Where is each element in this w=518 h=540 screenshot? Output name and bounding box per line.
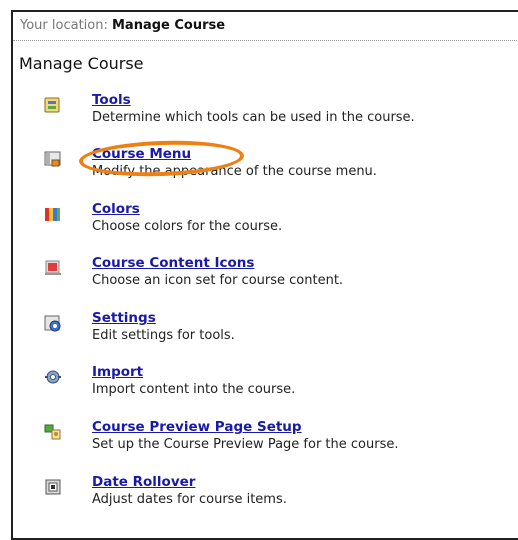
settings-description: Edit settings for tools. (92, 328, 235, 343)
import-link[interactable]: Import (92, 364, 143, 380)
breadcrumb: Your location: Manage Course (13, 12, 518, 41)
course-menu-description: Modify the appearance of the course menu… (92, 164, 377, 179)
tools-link[interactable]: Tools (92, 92, 131, 108)
import-icon (43, 367, 63, 387)
date-rollover-link[interactable]: Date Rollover (92, 474, 195, 490)
list-item-colors: Colors Choose colors for the course. (13, 201, 518, 245)
colors-description: Choose colors for the course. (92, 219, 283, 234)
list-item-tools: Tools Determine which tools can be used … (13, 92, 518, 136)
list-item-course-content-icons: Course Content Icons Choose an icon set … (13, 255, 518, 299)
manage-course-panel: Your location: Manage Course Manage Cour… (11, 10, 518, 540)
settings-icon (43, 313, 63, 333)
tools-description: Determine which tools can be used in the… (92, 110, 415, 125)
course-preview-page-setup-description: Set up the Course Preview Page for the c… (92, 437, 399, 452)
list-item-settings: Settings Edit settings for tools. (13, 310, 518, 354)
colors-icon (43, 204, 63, 224)
date-rollover-description: Adjust dates for course items. (92, 492, 287, 507)
tools-icon (43, 95, 63, 115)
date-rollover-icon (43, 477, 63, 497)
breadcrumb-current: Manage Course (112, 18, 226, 33)
course-content-icons-description: Choose an icon set for course content. (92, 273, 344, 288)
list-item-course-preview-page-setup: Course Preview Page Setup Set up the Cou… (13, 419, 518, 463)
course-menu-icon (43, 149, 63, 169)
course-content-icons-link[interactable]: Course Content Icons (92, 255, 254, 271)
import-description: Import content into the course. (92, 382, 296, 397)
settings-link[interactable]: Settings (92, 310, 156, 326)
course-menu-link[interactable]: Course Menu (92, 146, 191, 162)
list-item-import: Import Import content into the course. (13, 364, 518, 408)
page-title: Manage Course (19, 54, 144, 73)
list-item-course-menu: Course Menu Modify the appearance of the… (13, 146, 518, 190)
list-item-date-rollover: Date Rollover Adjust dates for course it… (13, 474, 518, 518)
content-icons-icon (43, 258, 63, 278)
preview-page-icon (43, 422, 63, 442)
colors-link[interactable]: Colors (92, 201, 140, 217)
breadcrumb-prefix: Your location: (20, 18, 108, 33)
course-preview-page-setup-link[interactable]: Course Preview Page Setup (92, 419, 302, 435)
